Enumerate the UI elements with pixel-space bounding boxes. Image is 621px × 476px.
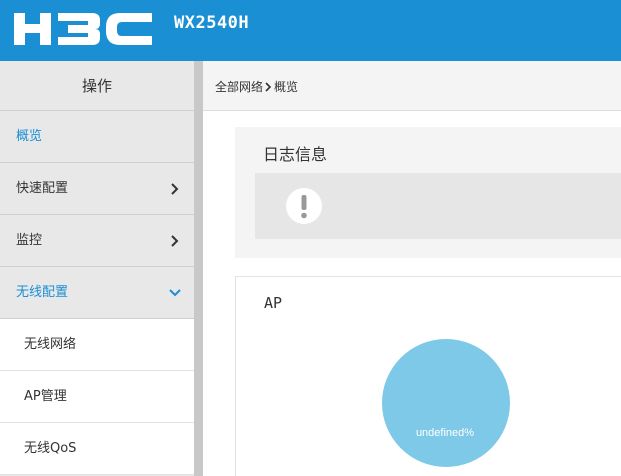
breadcrumb-root[interactable]: 全部网络	[215, 78, 263, 95]
breadcrumb-bar: 全部网络 概览	[203, 61, 621, 111]
breadcrumb-current: 概览	[274, 80, 299, 94]
sidebar-subitem-wireless-network[interactable]: 无线网络	[0, 319, 194, 371]
sidebar-title: 操作	[0, 61, 194, 111]
sidebar-item-overview[interactable]: 概览	[0, 111, 194, 163]
main-content: 日志信息 AP undefined%	[203, 111, 621, 476]
sidebar-item-quick-config[interactable]: 快速配置	[0, 163, 194, 215]
device-model: WX2540H	[174, 13, 250, 33]
ap-panel-title: AP	[264, 294, 283, 312]
pie-slice	[382, 339, 510, 467]
chevron-right-icon	[171, 183, 179, 195]
sidebar-scrollbar[interactable]	[194, 61, 203, 476]
alert-icon	[286, 188, 322, 224]
sidebar-subitem-wireless-qos[interactable]: 无线QoS	[0, 423, 194, 475]
sidebar-item-wireless-config[interactable]: 无线配置	[0, 267, 194, 319]
top-header: WX2540H	[0, 0, 621, 61]
log-panel-title: 日志信息	[263, 145, 328, 164]
sidebar-item-label: 无线配置	[16, 285, 69, 300]
chevron-right-icon	[171, 235, 179, 247]
ap-panel: AP undefined%	[235, 276, 621, 476]
sidebar: 操作 概览 快速配置 监控 无线配置 无线网络 AP管理 无线QoS	[0, 61, 194, 476]
log-panel: 日志信息	[235, 127, 621, 258]
chevron-right-icon	[265, 81, 272, 92]
breadcrumb: 全部网络 概览	[215, 78, 298, 95]
pie-slice-label: undefined%	[416, 427, 474, 439]
log-message-box	[255, 173, 621, 239]
sidebar-item-label: 监控	[16, 233, 43, 248]
sidebar-subitem-ap-management[interactable]: AP管理	[0, 371, 194, 423]
chevron-down-icon	[169, 289, 181, 297]
sidebar-item-label: 概览	[16, 129, 43, 144]
h3c-logo	[14, 13, 152, 45]
sidebar-item-label: 快速配置	[16, 181, 69, 196]
ap-pie-chart: undefined%	[382, 339, 510, 467]
sidebar-item-monitor[interactable]: 监控	[0, 215, 194, 267]
